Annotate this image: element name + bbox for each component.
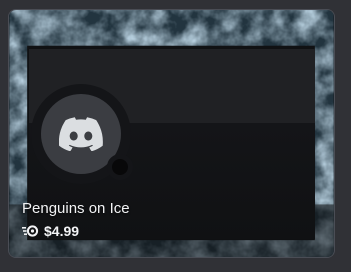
item-price: $4.99 <box>44 223 80 239</box>
discord-logo-icon <box>59 117 103 151</box>
price-row: $4.99 <box>22 222 79 240</box>
item-title: Penguins on Ice <box>22 200 130 217</box>
shop-item-card[interactable]: Penguins on Ice $4.99 <box>8 9 335 258</box>
nitro-icon <box>22 225 39 237</box>
status-indicator <box>107 154 133 180</box>
